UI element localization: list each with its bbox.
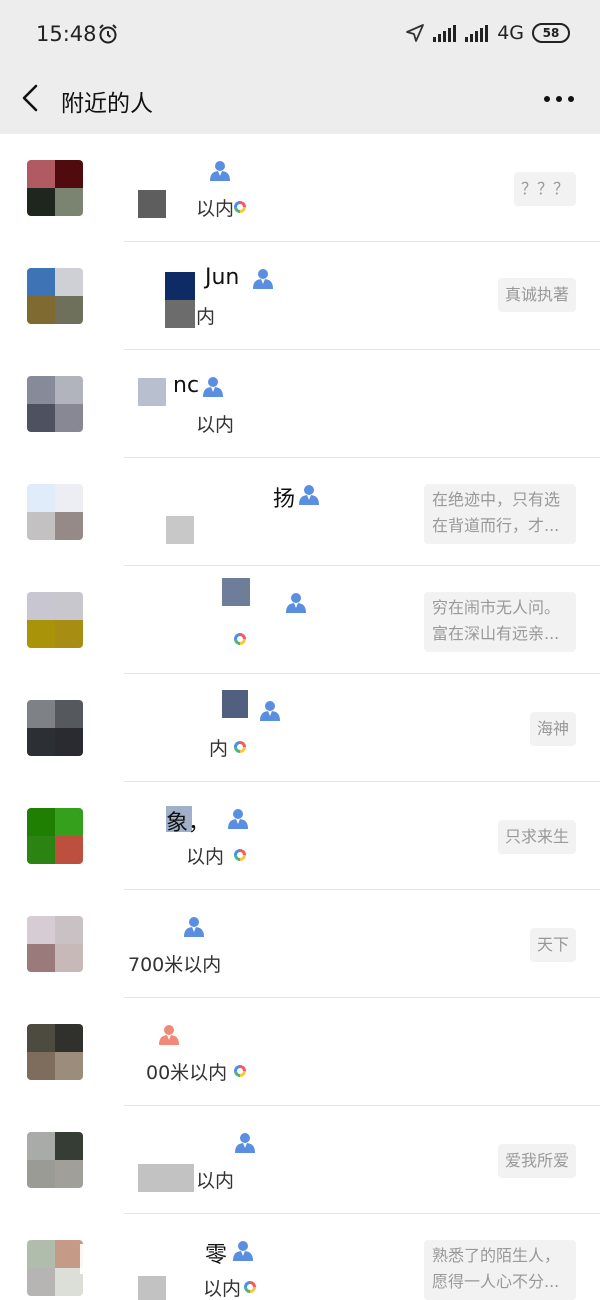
male-person-icon [299,485,319,505]
person-signature: 海神 [529,712,576,746]
privacy-mosaic [166,516,194,544]
avatar[interactable] [27,592,83,648]
list-item[interactable]: 象， 以内 只求来生 [0,782,600,890]
list-item[interactable]: 以内 爱我所爱 [0,1106,600,1214]
male-person-icon [260,701,280,721]
privacy-mosaic [138,378,166,406]
person-signature: 穷在闹市无人问。富在深山有远亲... [424,592,576,652]
privacy-mosaic [138,1164,194,1192]
more-dots-icon[interactable] [542,92,576,106]
privacy-blur [124,464,272,560]
privacy-blur [124,1112,212,1208]
list-item[interactable]: 穷在闹市无人问。富在深山有远亲... [0,566,600,674]
battery-indicator: 58 [532,23,570,43]
person-signature: 只求来生 [497,820,576,854]
avatar[interactable] [27,916,83,972]
privacy-blur [124,788,164,884]
network-type: 4G [497,22,524,44]
privacy-mosaic [222,578,250,606]
person-signature: 真诚执著 [497,278,576,312]
person-signature: 天下 [529,928,576,962]
moments-ring-icon [234,1065,246,1077]
moments-ring-icon [234,633,246,645]
privacy-mosaic [138,190,166,218]
person-name: nc [173,373,200,398]
list-item[interactable]: 700米以内 天下 [0,890,600,998]
avatar[interactable] [27,700,83,756]
back-button[interactable] [16,80,48,116]
status-bar: 15:48 4G 58 [0,0,600,66]
person-signature: 熟悉了的陌生人，愿得一人心不分... [424,1240,576,1300]
person-distance: 以内 [203,1278,242,1300]
moments-ring-icon [244,1281,256,1293]
male-person-icon [233,1241,253,1261]
moments-ring-icon [234,741,246,753]
male-person-icon [286,593,306,613]
person-name: 零 [205,1243,228,1268]
avatar[interactable] [27,1132,83,1188]
person-signature: 爱我所爱 [497,1144,576,1178]
list-item[interactable]: 以内 ？？？ [0,134,600,242]
avatar[interactable] [27,808,83,864]
person-distance: 以内 [186,846,225,868]
female-person-icon [159,1025,179,1045]
status-time: 15:48 [36,22,97,46]
person-distance: 以内 [196,1170,235,1192]
list-item[interactable]: 扬 在绝迹中，只有选在背道而行，才... [0,458,600,566]
male-person-icon [253,269,273,289]
person-distance: 700米以内 [128,954,222,976]
location-arrow-icon [406,24,425,42]
moments-ring-icon [234,201,246,213]
person-distance: 内 [196,306,216,328]
person-distance: 以内 [196,198,235,220]
status-indicators: 4G 58 [405,22,570,44]
person-signature: 在绝迹中，只有选在背道而行，才... [424,484,576,544]
privacy-blur [124,896,174,948]
person-name: Jun [205,265,240,290]
male-person-icon [203,377,223,397]
signal-bars-icon [465,25,489,42]
list-item[interactable]: 零 以内 熟悉了的陌生人，愿得一人心不分... [0,1214,600,1300]
privacy-blur [124,140,210,236]
list-item[interactable]: nc 以内 [0,350,600,458]
signal-bars-icon [433,25,457,42]
privacy-mosaic [138,1276,166,1300]
male-person-icon [228,809,248,829]
moments-ring-icon [234,849,246,861]
privacy-blur [124,1004,164,1100]
privacy-mosaic [165,300,195,328]
avatar[interactable] [27,1024,83,1080]
avatar[interactable] [27,1240,83,1296]
person-signature: ？？？ [513,172,576,206]
person-distance: 00米以内 [146,1062,228,1084]
person-name: 象， [166,811,211,836]
male-person-icon [210,161,230,181]
privacy-mosaic [222,690,248,718]
male-person-icon [235,1133,255,1153]
page-title: 附近的人 [61,91,153,117]
privacy-blur [80,1244,110,1274]
person-distance: 内 [209,738,229,760]
avatar[interactable] [27,160,83,216]
alarm-clock-icon [99,24,117,44]
avatar[interactable] [27,484,83,540]
privacy-mosaic [165,272,195,300]
list-item[interactable]: Jun 内 真诚执著 [0,242,600,350]
list-item[interactable]: 00米以内 [0,998,600,1106]
list-item[interactable]: 内 海神 [0,674,600,782]
nav-bar: 附近的人 [0,66,600,134]
male-person-icon [184,917,204,937]
person-distance: 以内 [196,414,235,436]
avatar[interactable] [27,376,83,432]
person-name: 扬 [273,487,296,512]
avatar[interactable] [27,268,83,324]
people-list: 以内 ？？？ Jun 内 真诚执著 nc 以内 扬 在绝迹中，只有选在背道而行，才.… [0,134,600,1300]
